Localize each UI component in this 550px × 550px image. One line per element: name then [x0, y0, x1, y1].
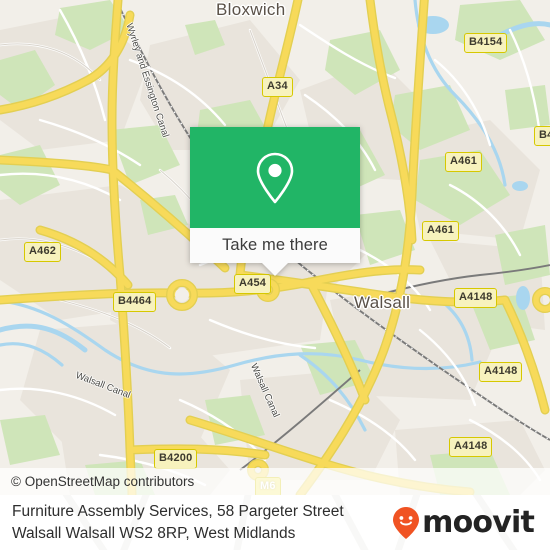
map-canvas[interactable]: Bloxwich Walsall Wyrley and Essington Ca…: [0, 0, 550, 495]
map-attribution-bar: © OpenStreetMap contributors: [0, 468, 550, 495]
take-me-there-button[interactable]: Take me there: [190, 228, 360, 263]
callout-tail-pointer: [262, 263, 288, 276]
address-line-2: Walsall Walsall WS2 8RP, West Midlands: [12, 524, 296, 542]
location-address: Furniture Assembly Services, 58 Pargeter…: [12, 501, 344, 543]
map-attribution-text[interactable]: © OpenStreetMap contributors: [11, 474, 194, 489]
moovit-pin-icon: [393, 506, 420, 539]
moovit-wordmark: moovit: [422, 504, 535, 540]
location-pin-icon: [256, 152, 294, 203]
callout-green-header: [190, 127, 360, 228]
take-me-there-callout[interactable]: Take me there: [190, 127, 360, 276]
moovit-location-screenshot: Bloxwich Walsall Wyrley and Essington Ca…: [0, 0, 550, 550]
footer-bar: Furniture Assembly Services, 58 Pargeter…: [0, 495, 550, 550]
moovit-brand-logo[interactable]: moovit: [391, 506, 538, 540]
address-line-1: Furniture Assembly Services, 58 Pargeter…: [12, 503, 344, 521]
